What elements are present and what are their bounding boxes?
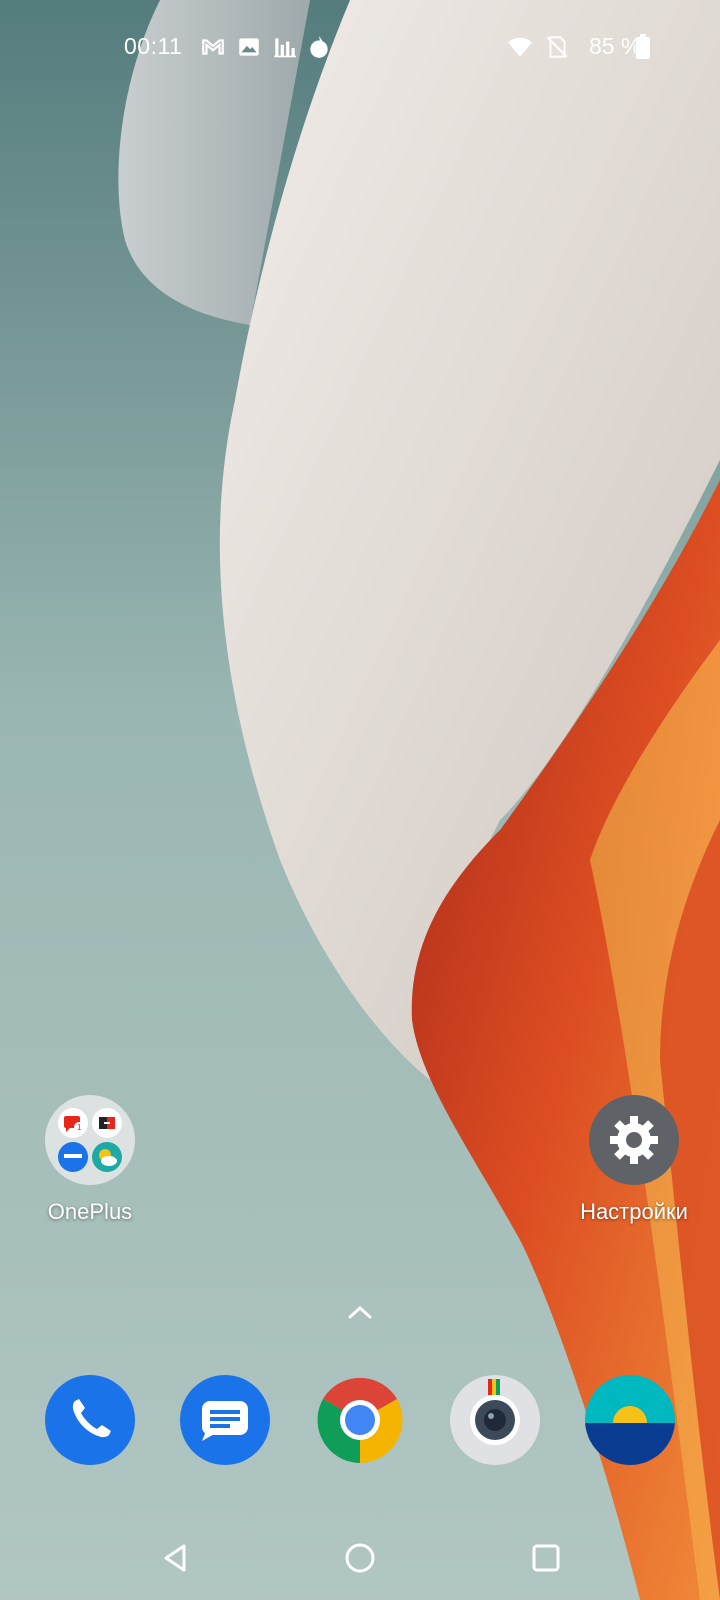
no-sim-icon — [546, 36, 568, 58]
switch-icon — [92, 1108, 122, 1138]
gmail-icon — [202, 39, 224, 55]
settings-app[interactable]: Настройки — [559, 1095, 709, 1225]
svg-text:1: 1 — [77, 1123, 82, 1132]
gear-icon[interactable] — [589, 1095, 679, 1185]
folder-icon[interactable]: 1 — [45, 1095, 135, 1185]
chevron-up-icon[interactable] — [346, 1302, 374, 1322]
settings-label: Настройки — [580, 1199, 688, 1224]
messages-icon[interactable] — [180, 1375, 270, 1465]
oneplus-folder[interactable]: 1 OnePlus — [15, 1095, 165, 1225]
back-icon[interactable] — [156, 1538, 196, 1578]
fire-icon — [310, 36, 328, 58]
folder-label: OnePlus — [47, 1199, 133, 1224]
wifi-icon — [508, 37, 532, 57]
chrome-icon[interactable] — [315, 1375, 405, 1465]
home-icon[interactable] — [340, 1538, 380, 1578]
status-bar: 00:11 85 % — [0, 0, 720, 96]
camera-icon[interactable] — [450, 1375, 540, 1465]
chart-icon — [274, 38, 296, 58]
card-icon — [58, 1142, 88, 1172]
wallpaper — [0, 0, 720, 1600]
recents-icon[interactable] — [526, 1538, 566, 1578]
weather-sun-icon[interactable] — [585, 1375, 675, 1465]
battery-icon — [636, 34, 650, 59]
gallery-icon — [239, 38, 259, 56]
weather-icon — [92, 1142, 122, 1172]
message-red-icon: 1 — [58, 1108, 88, 1138]
clock: 00:11 — [124, 33, 183, 59]
phone-icon[interactable] — [45, 1375, 135, 1465]
